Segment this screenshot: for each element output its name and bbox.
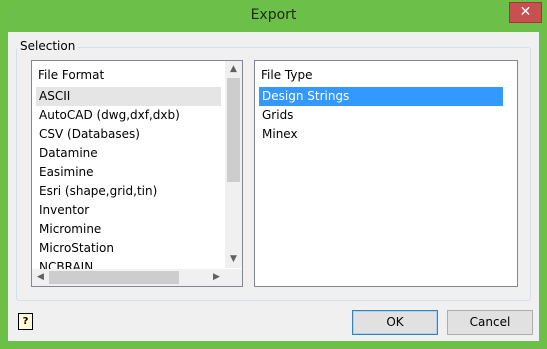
list-item[interactable]: MicroStation [36,239,114,258]
chevron-up-icon[interactable]: ▲ [225,61,242,78]
list-item[interactable]: Datamine [36,144,98,163]
file-type-list[interactable]: File Type Design Strings Grids Minex [254,60,518,287]
horizontal-scrollbar[interactable]: ◀ ▶ [32,269,225,286]
ok-button[interactable]: OK [352,310,438,335]
chevron-left-icon[interactable]: ◀ [32,269,49,286]
list-item[interactable]: Micromine [36,220,101,239]
export-dialog: Export ✕ Selection File Format ASCII Aut… [0,0,547,349]
chevron-down-icon[interactable]: ▼ [225,251,242,268]
list-item[interactable]: ASCII [36,87,221,106]
dialog-body: Selection File Format ASCII AutoCAD (dwg… [8,32,539,341]
title-bar[interactable]: Export ✕ [1,1,546,32]
list-item[interactable]: Easimine [36,163,94,182]
list-item[interactable]: AutoCAD (dwg,dxf,dxb) [36,106,180,125]
list-item[interactable]: Inventor [36,201,89,220]
list-item[interactable]: Grids [259,106,293,125]
scroll-thumb[interactable] [227,78,240,182]
selection-group-label: Selection [17,39,79,53]
close-icon: ✕ [519,4,532,20]
list-item[interactable]: CSV (Databases) [36,125,140,144]
file-format-header: File Format [38,68,105,82]
scroll-thumb-horizontal[interactable] [49,271,179,284]
scroll-corner [225,269,242,286]
chevron-right-icon[interactable]: ▶ [208,269,225,286]
dialog-title: Export [250,7,297,23]
list-item[interactable]: Esri (shape,grid,tin) [36,182,157,201]
file-type-header: File Type [261,68,313,82]
list-item[interactable]: Minex [259,125,298,144]
list-item[interactable]: Design Strings [259,87,503,106]
file-format-list[interactable]: File Format ASCII AutoCAD (dwg,dxf,dxb) … [31,60,243,287]
close-button[interactable]: ✕ [509,2,542,23]
vertical-scrollbar[interactable]: ▲ ▼ [225,61,242,268]
help-icon[interactable]: ? [18,313,33,330]
cancel-button[interactable]: Cancel [447,310,533,335]
